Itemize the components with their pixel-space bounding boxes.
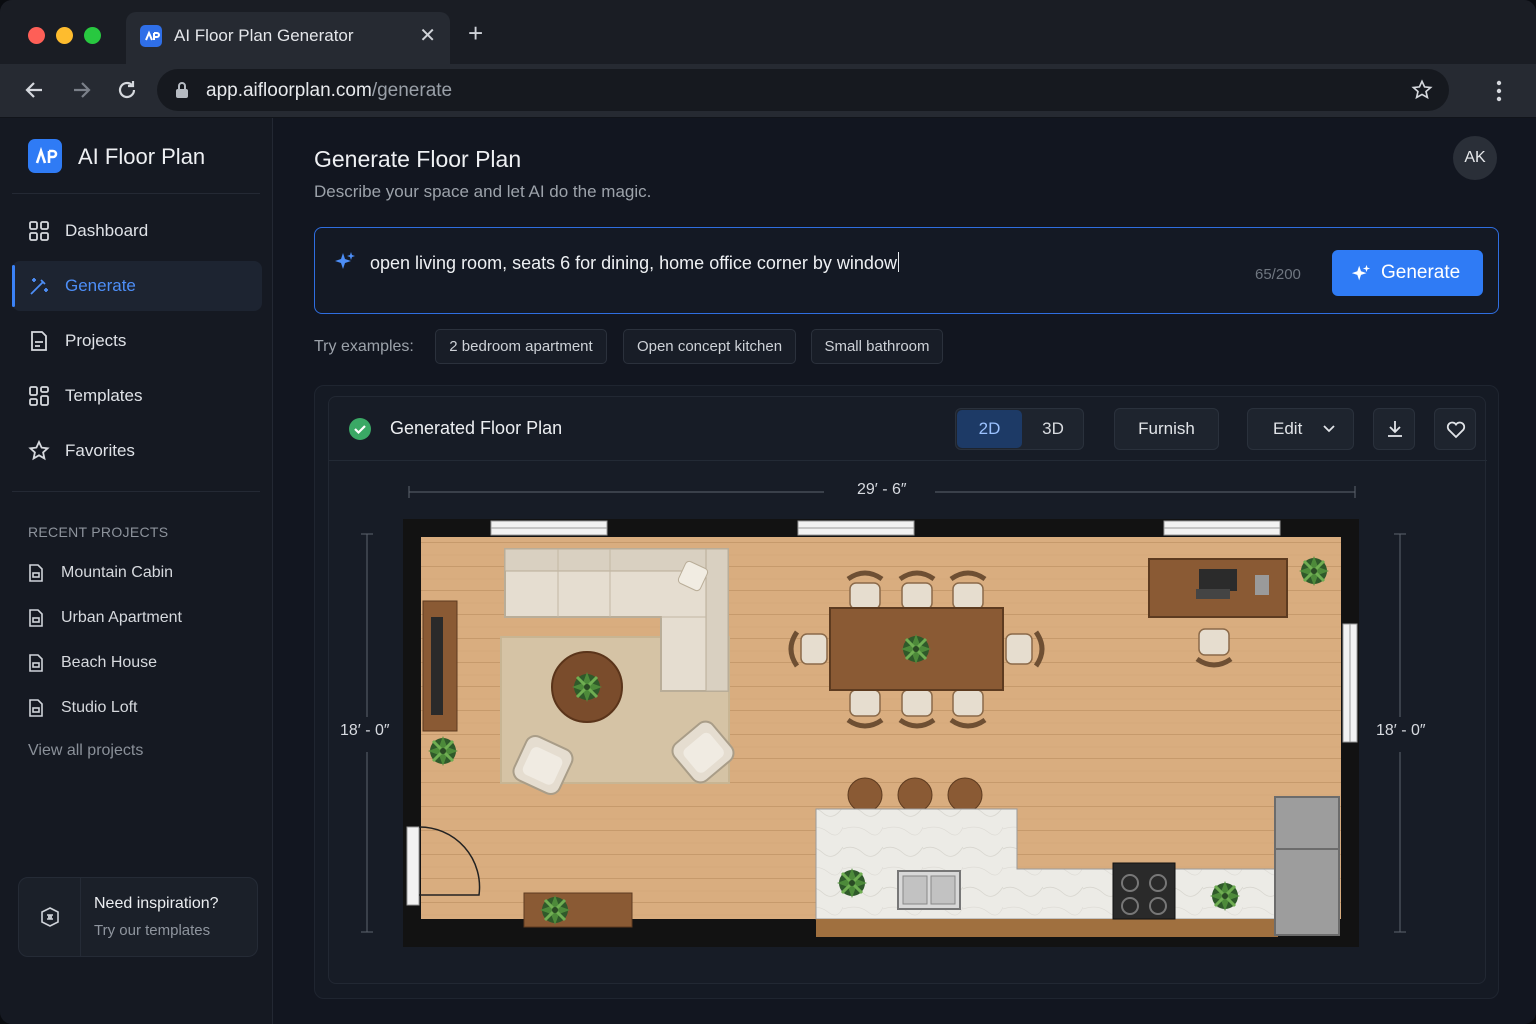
floor-plan-title: Generated Floor Plan	[390, 418, 563, 438]
floor-plan-canvas[interactable]: 29′ - 6″ 18′ - 0″ 18′ - 0″	[329, 462, 1487, 985]
examples-label: Try examples:	[314, 338, 414, 355]
favorite-button[interactable]	[1434, 408, 1476, 450]
recent-project-item[interactable]: Beach House	[26, 648, 256, 678]
generate-button-label: Generate	[1381, 262, 1461, 283]
edit-label: Edit	[1273, 419, 1303, 438]
grid-icon	[29, 221, 49, 241]
url-text: app.aifloorplan.com/generate	[206, 80, 453, 101]
download-button[interactable]	[1373, 408, 1415, 450]
recent-project-label: Studio Loft	[61, 699, 138, 716]
recent-project-label: Mountain Cabin	[61, 564, 174, 581]
sparkle-icon	[1351, 264, 1371, 281]
sidebar-item-generate[interactable]: Generate	[12, 261, 262, 311]
magic-wand-icon	[30, 278, 48, 295]
sidebar-item-projects[interactable]: Projects	[12, 316, 262, 366]
reload-icon[interactable]	[114, 77, 140, 103]
file-icon	[29, 609, 43, 627]
file-icon	[29, 564, 43, 582]
prompt-input[interactable]: open living room, seats 6 for dining, ho…	[314, 227, 1499, 314]
browser-window: AI Floor Plan Generator ✕ + app.aifloorp…	[0, 0, 1536, 1024]
recent-project-label: Beach House	[61, 654, 158, 671]
file-icon	[29, 699, 43, 717]
inspiration-icon	[19, 878, 81, 956]
tab-bar: AI Floor Plan Generator ✕ +	[0, 0, 1536, 64]
sparkle-icon	[335, 252, 355, 269]
floor-plan-header: Generated Floor Plan 2D 3D Furnish Edit	[329, 397, 1487, 461]
sidebar-item-label: Templates	[65, 386, 143, 405]
sidebar-item-label: Favorites	[65, 441, 135, 460]
recent-project-item[interactable]: Studio Loft	[26, 693, 256, 723]
recent-projects-heading: RECENT PROJECTS	[28, 524, 169, 540]
height-dimension-left: 18′ - 0″	[340, 722, 390, 739]
example-chip[interactable]: Small bathroom	[811, 329, 943, 364]
heart-icon	[1446, 421, 1466, 439]
check-circle-icon	[349, 418, 371, 440]
download-icon	[1388, 421, 1402, 437]
character-counter: 65/200	[1255, 266, 1301, 283]
sidebar-item-favorites[interactable]: Favorites	[12, 426, 262, 476]
view-all-projects-link[interactable]: View all projects	[28, 742, 143, 760]
document-icon	[31, 331, 47, 351]
user-avatar[interactable]: AK	[1453, 136, 1497, 180]
edit-dropdown[interactable]: Edit	[1247, 408, 1354, 450]
example-chip[interactable]: 2 bedroom apartment	[435, 329, 607, 364]
view-3d-button[interactable]: 3D	[1022, 410, 1084, 448]
inspiration-title: Need inspiration?	[94, 895, 219, 912]
inspiration-subtitle: Try our templates	[94, 922, 211, 939]
chevron-down-icon	[1323, 425, 1335, 433]
maximize-window-button[interactable]	[84, 27, 101, 44]
star-icon	[28, 440, 50, 461]
sidebar-item-label: Projects	[65, 331, 127, 350]
favicon-icon	[140, 25, 162, 47]
close-tab-icon[interactable]: ✕	[419, 23, 436, 48]
width-dimension: 29′ - 6″	[857, 481, 907, 498]
recent-project-label: Urban Apartment	[61, 609, 182, 626]
navigation-bar: app.aifloorplan.com/generate	[0, 64, 1536, 118]
floor-plan-drawing	[403, 519, 1359, 947]
brand-name: AI Floor Plan	[78, 144, 206, 169]
file-icon	[29, 654, 43, 672]
text-caret	[897, 252, 899, 272]
recent-project-item[interactable]: Mountain Cabin	[26, 558, 256, 588]
sidebar: AI Floor Plan Dashboard Generate Project…	[0, 118, 273, 1024]
minimize-window-button[interactable]	[56, 27, 73, 44]
height-dimension-right: 18′ - 0″	[1376, 722, 1426, 739]
sidebar-item-templates[interactable]: Templates	[12, 371, 262, 421]
forward-icon[interactable]	[68, 77, 94, 103]
view-2d-button[interactable]: 2D	[957, 410, 1022, 448]
divider	[12, 491, 260, 492]
sidebar-item-label: Generate	[65, 276, 136, 295]
layout-icon	[29, 386, 49, 406]
furnish-button[interactable]: Furnish	[1114, 408, 1219, 450]
address-bar[interactable]: app.aifloorplan.com/generate	[157, 69, 1449, 111]
close-window-button[interactable]	[28, 27, 45, 44]
back-icon[interactable]	[22, 77, 48, 103]
sidebar-item-label: Dashboard	[65, 221, 149, 240]
divider	[12, 193, 260, 194]
page-title: Generate Floor Plan	[314, 146, 522, 172]
result-panel: Generated Floor Plan 2D 3D Furnish Edit	[314, 385, 1499, 999]
prompt-text: open living room, seats 6 for dining, ho…	[370, 252, 899, 273]
browser-menu-icon[interactable]	[1488, 78, 1510, 104]
sidebar-item-dashboard[interactable]: Dashboard	[12, 206, 262, 256]
bookmark-star-icon[interactable]	[1411, 79, 1433, 101]
recent-project-item[interactable]: Urban Apartment	[26, 603, 256, 633]
floor-plan-card: Generated Floor Plan 2D 3D Furnish Edit	[328, 396, 1487, 985]
new-tab-button[interactable]: +	[468, 18, 483, 48]
example-chip[interactable]: Open concept kitchen	[623, 329, 796, 364]
tab-title: AI Floor Plan Generator	[174, 26, 354, 45]
browser-tab[interactable]: AI Floor Plan Generator ✕	[126, 12, 450, 64]
lock-icon	[176, 82, 188, 98]
brand-logo-icon	[28, 139, 62, 173]
view-toggle: 2D 3D	[955, 408, 1084, 450]
main-content: Generate Floor Plan Describe your space …	[274, 118, 1536, 1024]
page-subtitle: Describe your space and let AI do the ma…	[314, 182, 652, 201]
inspiration-card[interactable]: Need inspiration? Try our templates	[18, 877, 258, 957]
generate-button[interactable]: Generate	[1332, 250, 1483, 296]
